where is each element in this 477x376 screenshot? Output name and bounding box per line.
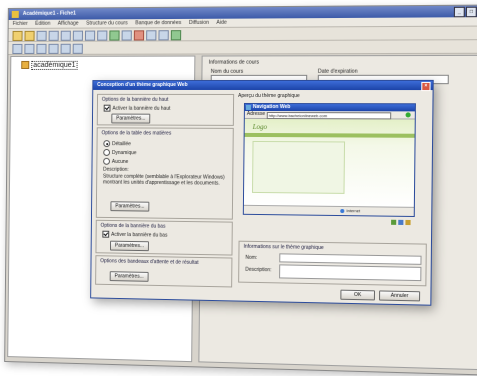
result-banner-group: Options des bandeaux d'attente et de rés… (95, 255, 232, 287)
copy-icon[interactable] (61, 31, 71, 41)
secondary-toolbar (8, 40, 477, 55)
top-banner-checkbox[interactable] (104, 105, 111, 112)
browser-icon (246, 105, 251, 110)
browser-content: Logo (244, 119, 415, 208)
preview-browser-window: Navigation Web Adresse http://www.bachei… (243, 103, 416, 217)
open-folder-icon[interactable] (24, 31, 34, 41)
bottom-banner-group: Options de la bannière du bas Activer la… (95, 220, 232, 256)
result-banner-settings-button[interactable]: Paramètres... (110, 271, 149, 282)
site-logo: Logo (253, 123, 267, 131)
move-up-icon[interactable] (36, 44, 46, 54)
dialog-close-icon[interactable]: × (421, 82, 430, 91)
top-banner-title: Options de la bannière du haut (102, 97, 169, 103)
help-icon[interactable] (97, 30, 107, 40)
move-left-icon[interactable] (61, 44, 71, 54)
toc-option-none[interactable]: Aucune (103, 158, 128, 165)
new-file-icon[interactable] (12, 31, 22, 41)
content-panel (252, 141, 345, 194)
window-title: Académique1 - Fiche1 (23, 11, 76, 17)
minimize-button[interactable]: _ (454, 7, 465, 18)
bottom-banner-checkbox-label: Activer la bannière du bas (111, 232, 167, 239)
bottom-banner-checkbox-row[interactable]: Activer la bannière du bas (102, 231, 167, 239)
theme-info-title: Informations sur le thème graphique (243, 244, 323, 251)
tree-root-item[interactable]: académique1 (21, 61, 77, 69)
top-banner-group: Options de la bannière du haut Activer l… (97, 94, 234, 126)
publish-icon[interactable] (134, 30, 144, 40)
browser-status-bar: Internet (244, 205, 414, 216)
toc-option-dynamic[interactable]: Dynamique (103, 149, 136, 156)
theme-preview-area: Aperçu du thème graphique Navigation Web… (237, 93, 429, 235)
tool-icon[interactable] (146, 30, 156, 40)
browser-title: Navigation Web (253, 104, 290, 110)
theme-name-label: Nom: (245, 255, 257, 261)
bottom-banner-checkbox[interactable] (102, 231, 109, 238)
menu-item-banque[interactable]: Banque de données (135, 20, 181, 26)
menu-item-diffusion[interactable]: Diffusion (189, 20, 209, 26)
theme-description-field[interactable] (279, 264, 421, 281)
dialog-title: Conception d'un thème graphique Web (97, 82, 187, 88)
toc-group: Options de la table des matières Détaill… (96, 127, 234, 219)
preview-zoom-icon[interactable] (398, 220, 403, 225)
top-banner-checkbox-label: Activer la bannière du haut (112, 106, 170, 112)
menu-item-affichage[interactable]: Affichage (58, 21, 79, 27)
theme-icon[interactable] (109, 30, 119, 40)
move-down-icon[interactable] (48, 44, 58, 54)
address-label: Adresse (247, 111, 265, 117)
toc-option-none-label: Aucune (112, 159, 129, 165)
move-right-icon[interactable] (73, 44, 83, 54)
course-info-title: Informations de cours (209, 59, 259, 65)
theme-info-group: Informations sur le thème graphique Nom:… (238, 241, 427, 287)
cut-icon[interactable] (49, 31, 59, 41)
settings-icon[interactable] (158, 30, 168, 40)
go-icon (406, 112, 411, 117)
result-banner-title: Options des bandeaux d'attente et de rés… (100, 258, 198, 266)
app-icon (12, 11, 19, 18)
course-icon (21, 61, 29, 69)
toc-title: Options de la table des matières (101, 130, 171, 136)
preview-options-icon[interactable] (405, 220, 410, 225)
preview-title: Aperçu du thème graphique (238, 93, 300, 99)
toc-radio-none[interactable] (103, 158, 110, 165)
banner-bar (245, 133, 415, 138)
preview-icon[interactable] (122, 30, 132, 40)
tree-root-label: académique1 (31, 61, 77, 70)
toc-settings-button[interactable]: Paramètres... (110, 201, 149, 211)
theme-description-label: Description: (245, 267, 271, 273)
toc-option-detailed[interactable]: Détaillée (103, 140, 131, 147)
dialog-titlebar: Conception d'un thème graphique Web × (93, 81, 432, 90)
bottom-banner-settings-button[interactable]: Paramètres... (110, 241, 149, 251)
theme-design-dialog: Conception d'un thème graphique Web × Op… (90, 80, 434, 306)
maximize-button[interactable]: □ (466, 7, 477, 18)
top-banner-checkbox-row[interactable]: Activer la bannière du haut (104, 105, 171, 112)
menu-item-structure[interactable]: Structure du cours (86, 20, 128, 26)
ok-button[interactable]: OK (340, 290, 375, 301)
toc-description-label: Description: (103, 167, 129, 173)
theme-name-field[interactable] (279, 253, 421, 265)
preview-tools (389, 220, 411, 227)
toc-option-dynamic-label: Dynamique (112, 150, 137, 156)
bottom-banner-title: Options de la bannière du bas (101, 223, 166, 230)
save-icon[interactable] (37, 31, 47, 41)
undo-icon[interactable] (85, 31, 95, 41)
toc-radio-dynamic[interactable] (103, 149, 110, 156)
paste-icon[interactable] (73, 31, 83, 41)
menu-item-edition[interactable]: Édition (35, 21, 50, 27)
menu-item-fichier[interactable]: Fichier (13, 21, 28, 27)
export-icon[interactable] (171, 30, 181, 40)
add-unit-icon[interactable] (12, 44, 22, 54)
cancel-button[interactable]: Annuler (379, 290, 420, 301)
menu-item-aide[interactable]: Aide (216, 20, 226, 26)
toc-radio-detailed[interactable] (103, 140, 110, 147)
status-text: Internet (346, 208, 360, 213)
toc-description-text: Structure complète (semblable à l'Explor… (103, 174, 226, 187)
add-document-icon[interactable] (24, 44, 34, 54)
top-banner-settings-button[interactable]: Paramètres... (111, 114, 150, 124)
toc-option-detailed-label: Détaillée (112, 141, 131, 147)
globe-icon (340, 209, 344, 213)
preview-refresh-icon[interactable] (391, 220, 396, 225)
